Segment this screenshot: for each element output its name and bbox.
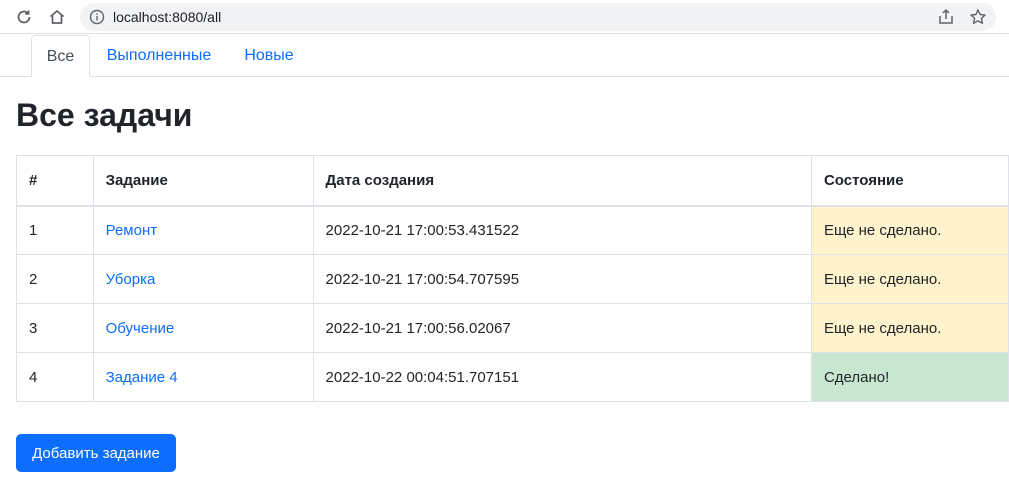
table-row: 3 Обучение 2022-10-21 17:00:56.02067 Еще…: [16, 303, 1009, 353]
task-link[interactable]: Задание 4: [106, 369, 178, 386]
tab-bar: Все Выполненные Новые: [0, 34, 1009, 77]
table-row: 2 Уборка 2022-10-21 17:00:54.707595 Еще …: [16, 254, 1009, 304]
created-cell: 2022-10-21 17:00:56.02067: [312, 303, 812, 353]
table-row: 4 Задание 4 2022-10-22 00:04:51.707151 С…: [16, 352, 1009, 402]
task-cell: Ремонт: [92, 205, 314, 255]
status-cell: Еще не сделано.: [810, 205, 1009, 255]
table-row: 1 Ремонт 2022-10-21 17:00:53.431522 Еще …: [16, 205, 1009, 255]
page-title: Все задачи: [16, 97, 193, 133]
header-status: Состояние: [810, 155, 1009, 207]
task-cell: Обучение: [92, 303, 314, 353]
task-cell: Задание 4: [92, 352, 314, 402]
tasks-table: # Задание Дата создания Состояние 1 Ремо…: [16, 155, 1009, 402]
row-number: 2: [16, 254, 94, 304]
reload-icon[interactable]: [13, 6, 35, 28]
task-link[interactable]: Обучение: [106, 320, 175, 337]
status-cell: Сделано!: [810, 352, 1009, 402]
home-icon[interactable]: [46, 6, 68, 28]
header-number: #: [16, 155, 94, 207]
star-icon[interactable]: [969, 8, 987, 26]
info-icon[interactable]: [89, 9, 105, 25]
task-link[interactable]: Ремонт: [106, 222, 158, 239]
row-number: 1: [16, 205, 94, 255]
row-number: 4: [16, 352, 94, 402]
task-cell: Уборка: [92, 254, 314, 304]
row-number: 3: [16, 303, 94, 353]
created-cell: 2022-10-22 00:04:51.707151: [312, 352, 812, 402]
url-text[interactable]: localhost:8080/all: [113, 9, 221, 25]
browser-toolbar: localhost:8080/all: [0, 0, 1009, 34]
address-bar[interactable]: localhost:8080/all: [80, 3, 996, 31]
status-cell: Еще не сделано.: [810, 303, 1009, 353]
tab-completed[interactable]: Выполненные: [93, 35, 225, 77]
status-cell: Еще не сделано.: [810, 254, 1009, 304]
table-header-row: # Задание Дата создания Состояние: [16, 155, 1009, 207]
created-cell: 2022-10-21 17:00:54.707595: [312, 254, 812, 304]
tab-all[interactable]: Все: [31, 35, 90, 77]
task-link[interactable]: Уборка: [106, 271, 156, 288]
tab-new[interactable]: Новые: [231, 35, 307, 77]
header-task: Задание: [92, 155, 314, 207]
add-task-button[interactable]: Добавить задание: [16, 434, 176, 472]
created-cell: 2022-10-21 17:00:53.431522: [312, 205, 812, 255]
share-icon[interactable]: [937, 8, 955, 26]
header-created: Дата создания: [312, 155, 812, 207]
